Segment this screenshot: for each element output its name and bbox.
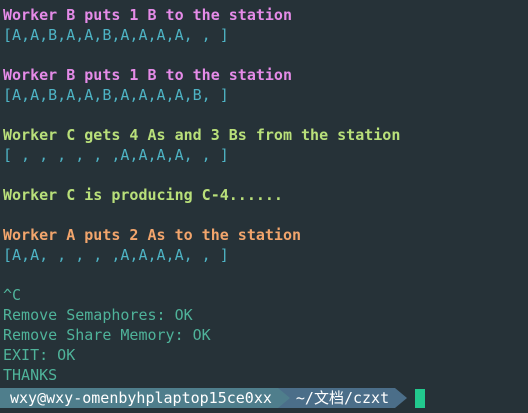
output-line: Worker C is producing C-4...... bbox=[3, 186, 283, 204]
output-line: Worker B puts 1 B to the station bbox=[3, 6, 292, 24]
prompt-path: ~/文档/czxt bbox=[289, 388, 396, 408]
output-line: [ , , , , , ,A,A,A,A, , ] bbox=[3, 146, 229, 164]
output-line: [A,A, , , , ,A,A,A,A, , ] bbox=[3, 246, 229, 264]
output-line: Worker B puts 1 B to the station bbox=[3, 66, 292, 84]
output-line: THANKS bbox=[3, 366, 58, 384]
output-line: Remove Share Memory: OK bbox=[3, 326, 211, 344]
output-line: Worker C gets 4 As and 3 Bs from the sta… bbox=[3, 126, 401, 144]
terminal-output: Worker B puts 1 B to the station [A,A,B,… bbox=[3, 5, 528, 385]
output-line: [A,A,B,A,A,B,A,A,A,A,B, ] bbox=[3, 86, 229, 104]
text-cursor[interactable] bbox=[415, 388, 426, 408]
output-line: EXIT: OK bbox=[3, 346, 76, 364]
prompt-separator-icon bbox=[395, 388, 408, 408]
output-line: Worker A puts 2 As to the station bbox=[3, 226, 302, 244]
prompt-separator-icon bbox=[277, 388, 290, 408]
output-line: ^C bbox=[3, 286, 22, 304]
shell-prompt[interactable]: wxy@wxy-omenbyhplaptop15ce0xx ~/文档/czxt bbox=[0, 388, 426, 408]
output-line: [A,A,B,A,A,B,A,A,A,A, , ] bbox=[3, 26, 229, 44]
prompt-user-host: wxy@wxy-omenbyhplaptop15ce0xx bbox=[0, 388, 278, 408]
output-line: Remove Semaphores: OK bbox=[3, 306, 193, 324]
